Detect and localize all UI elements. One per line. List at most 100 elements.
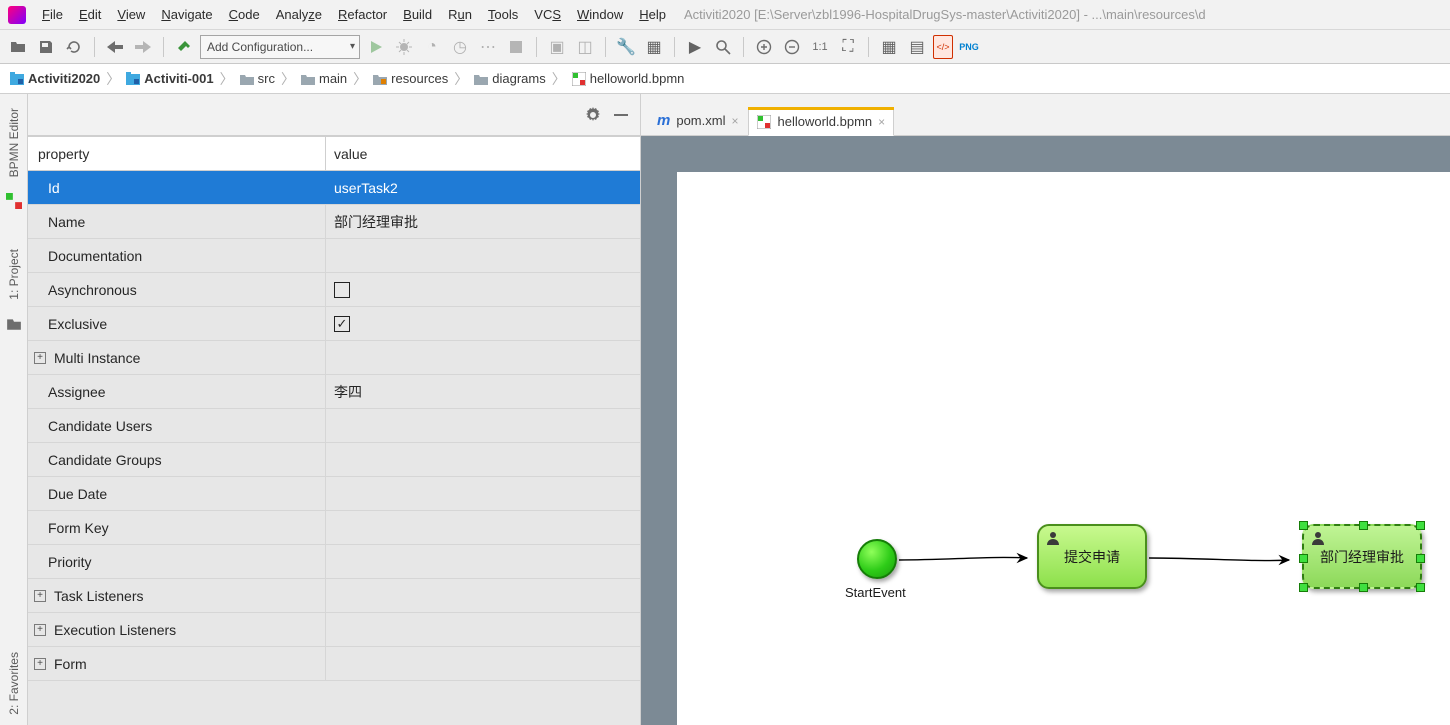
ant-icon[interactable]: ▶: [683, 35, 707, 59]
debug-icon[interactable]: [392, 35, 416, 59]
checkbox[interactable]: ✓: [334, 316, 350, 332]
property-value[interactable]: [326, 273, 640, 306]
menu-analyze[interactable]: Analyze: [268, 3, 330, 26]
crumb-diagrams[interactable]: diagrams: [470, 69, 549, 88]
refresh-icon[interactable]: [62, 35, 86, 59]
property-value[interactable]: [326, 647, 640, 680]
bpmn-canvas[interactable]: StartEvent 提交申请: [677, 172, 1450, 725]
menu-build[interactable]: Build: [395, 3, 440, 26]
resize-handle[interactable]: [1416, 521, 1425, 530]
menu-edit[interactable]: Edit: [71, 3, 109, 26]
attach-icon[interactable]: ⋯: [476, 35, 500, 59]
property-row[interactable]: +Execution Listeners: [28, 613, 640, 647]
tab-helloworld[interactable]: helloworld.bpmn ×: [748, 107, 894, 136]
menu-code[interactable]: Code: [221, 3, 268, 26]
resize-handle[interactable]: [1299, 521, 1308, 530]
crumb-main[interactable]: main: [297, 69, 351, 88]
expand-icon[interactable]: +: [34, 624, 46, 636]
zoom-in-icon[interactable]: [752, 35, 776, 59]
resize-handle[interactable]: [1359, 521, 1368, 530]
menu-view[interactable]: View: [109, 3, 153, 26]
menu-help[interactable]: Help: [631, 3, 674, 26]
zoom-1to1-icon[interactable]: 1:1: [808, 35, 832, 59]
sequence-flow-1[interactable]: [899, 552, 1041, 572]
resize-handle[interactable]: [1416, 554, 1425, 563]
property-row[interactable]: Form Key: [28, 511, 640, 545]
run-config-dropdown[interactable]: Add Configuration...: [200, 35, 360, 59]
layout-icon[interactable]: ▣: [545, 35, 569, 59]
header-property[interactable]: property: [28, 137, 326, 170]
nav-forward-icon[interactable]: [131, 35, 155, 59]
property-row[interactable]: Due Date: [28, 477, 640, 511]
property-value[interactable]: [326, 341, 640, 374]
nav-back-icon[interactable]: [103, 35, 127, 59]
profile-icon[interactable]: ◷: [448, 35, 472, 59]
property-value[interactable]: userTask2: [326, 171, 640, 204]
crumb-helloworld[interactable]: helloworld.bpmn: [568, 69, 689, 88]
panel-minimize-icon[interactable]: [612, 106, 630, 124]
bpmn-user-task-1[interactable]: 提交申请: [1037, 524, 1147, 589]
resize-handle[interactable]: [1299, 554, 1308, 563]
property-row[interactable]: +Form: [28, 647, 640, 681]
layout2-icon[interactable]: ◫: [573, 35, 597, 59]
resize-handle[interactable]: [1359, 583, 1368, 592]
open-icon[interactable]: [6, 35, 30, 59]
property-value[interactable]: [326, 409, 640, 442]
property-row[interactable]: +Multi Instance: [28, 341, 640, 375]
gutter-bpmn-editor[interactable]: BPMN Editor: [5, 98, 23, 187]
property-value[interactable]: ✓: [326, 307, 640, 340]
bpmn-user-task-2[interactable]: 部门经理审批: [1302, 524, 1422, 589]
palette-icon[interactable]: ▤: [905, 35, 929, 59]
property-value[interactable]: [326, 579, 640, 612]
xml-icon[interactable]: </>: [933, 35, 953, 59]
property-row[interactable]: +Task Listeners: [28, 579, 640, 613]
checkbox[interactable]: [334, 282, 350, 298]
property-value[interactable]: [326, 443, 640, 476]
property-value[interactable]: [326, 477, 640, 510]
crumb-resources[interactable]: resources: [369, 69, 452, 88]
menu-vcs[interactable]: VCS: [526, 3, 569, 26]
menu-navigate[interactable]: Navigate: [153, 3, 220, 26]
property-value[interactable]: 李四: [326, 375, 640, 408]
menu-refactor[interactable]: Refactor: [330, 3, 395, 26]
png-export-icon[interactable]: PNG: [957, 35, 981, 59]
menu-file[interactable]: File: [34, 3, 71, 26]
resize-handle[interactable]: [1416, 583, 1425, 592]
menu-window[interactable]: Window: [569, 3, 631, 26]
crumb-activiti-001[interactable]: Activiti-001: [122, 69, 217, 88]
bpmn-start-event[interactable]: [857, 539, 897, 579]
property-row[interactable]: Candidate Groups: [28, 443, 640, 477]
property-row[interactable]: Exclusive✓: [28, 307, 640, 341]
menu-run[interactable]: Run: [440, 3, 480, 26]
coverage-icon[interactable]: ◔: [420, 35, 444, 59]
search-icon[interactable]: [711, 35, 735, 59]
panel-settings-icon[interactable]: [584, 106, 602, 124]
resize-handle[interactable]: [1299, 583, 1308, 592]
property-row[interactable]: Name部门经理审批: [28, 205, 640, 239]
property-value[interactable]: [326, 613, 640, 646]
grid-icon[interactable]: ▦: [877, 35, 901, 59]
run-icon[interactable]: [364, 35, 388, 59]
header-value[interactable]: value: [326, 137, 640, 170]
property-row[interactable]: Priority: [28, 545, 640, 579]
expand-icon[interactable]: +: [34, 658, 46, 670]
close-icon[interactable]: ×: [878, 115, 885, 129]
property-row[interactable]: Assignee李四: [28, 375, 640, 409]
gutter-project[interactable]: 1: Project: [5, 239, 23, 310]
property-row[interactable]: Asynchronous: [28, 273, 640, 307]
expand-icon[interactable]: +: [34, 352, 46, 364]
expand-icon[interactable]: +: [34, 590, 46, 602]
structure-icon[interactable]: ▦: [642, 35, 666, 59]
property-row[interactable]: Candidate Users: [28, 409, 640, 443]
close-icon[interactable]: ×: [731, 114, 738, 128]
zoom-fit-icon[interactable]: ⛶: [836, 35, 860, 59]
property-value[interactable]: [326, 545, 640, 578]
property-value[interactable]: 部门经理审批: [326, 205, 640, 238]
crumb-src[interactable]: src: [236, 69, 279, 88]
sequence-flow-2[interactable]: [1149, 552, 1303, 572]
crumb-activiti2020[interactable]: Activiti2020: [6, 69, 104, 88]
stop-icon[interactable]: [504, 35, 528, 59]
tab-pom[interactable]: m pom.xml ×: [649, 106, 746, 135]
menu-tools[interactable]: Tools: [480, 3, 526, 26]
property-value[interactable]: [326, 239, 640, 272]
